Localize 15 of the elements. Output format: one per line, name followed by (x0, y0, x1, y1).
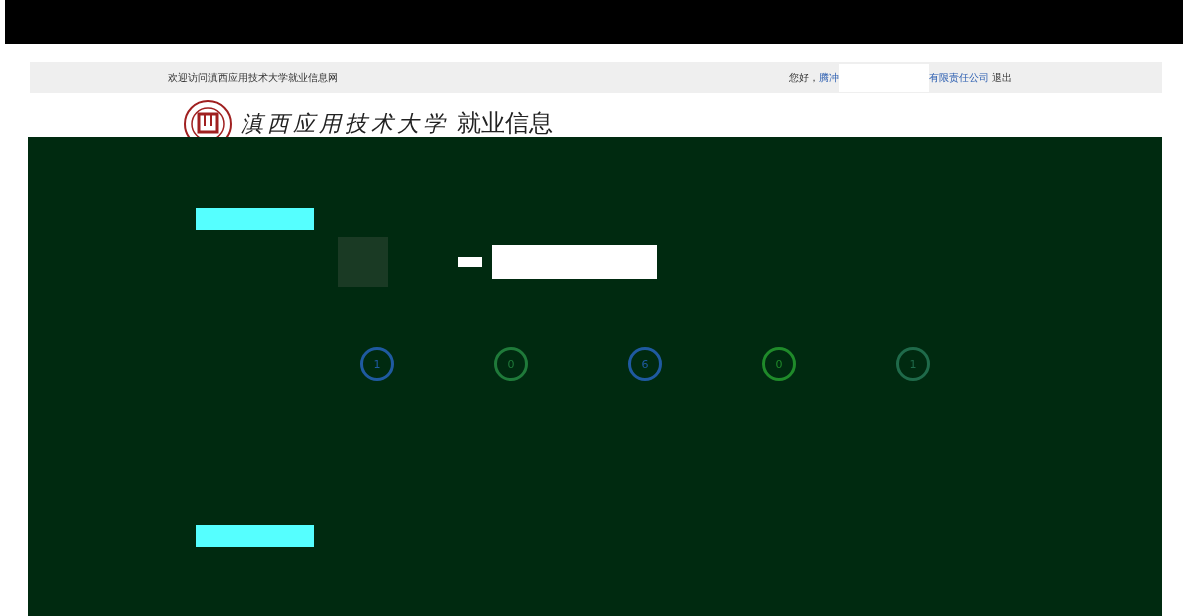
stat-circle: 1 (896, 347, 930, 381)
photo-placeholder (338, 237, 388, 287)
school-name: 滇西应用技术大学 (241, 111, 449, 137)
stat-circle: 6 (628, 347, 662, 381)
site-name: 就业信息 (457, 109, 553, 137)
redaction-block (458, 257, 482, 267)
logout-link[interactable]: 退出 (992, 70, 1012, 85)
stat-circle: 0 (494, 347, 528, 381)
stat-circle: 0 (762, 347, 796, 381)
greeting-text: 您好， (788, 70, 819, 85)
company-link-start[interactable]: 腾冲 (818, 70, 839, 85)
company-link-end[interactable]: 有限责任公司 (928, 70, 989, 85)
school-emblem-icon (183, 99, 233, 137)
stat-circle: 1 (360, 347, 394, 381)
welcome-text: 欢迎访问滇西应用技术大学就业信息网 (168, 70, 338, 85)
